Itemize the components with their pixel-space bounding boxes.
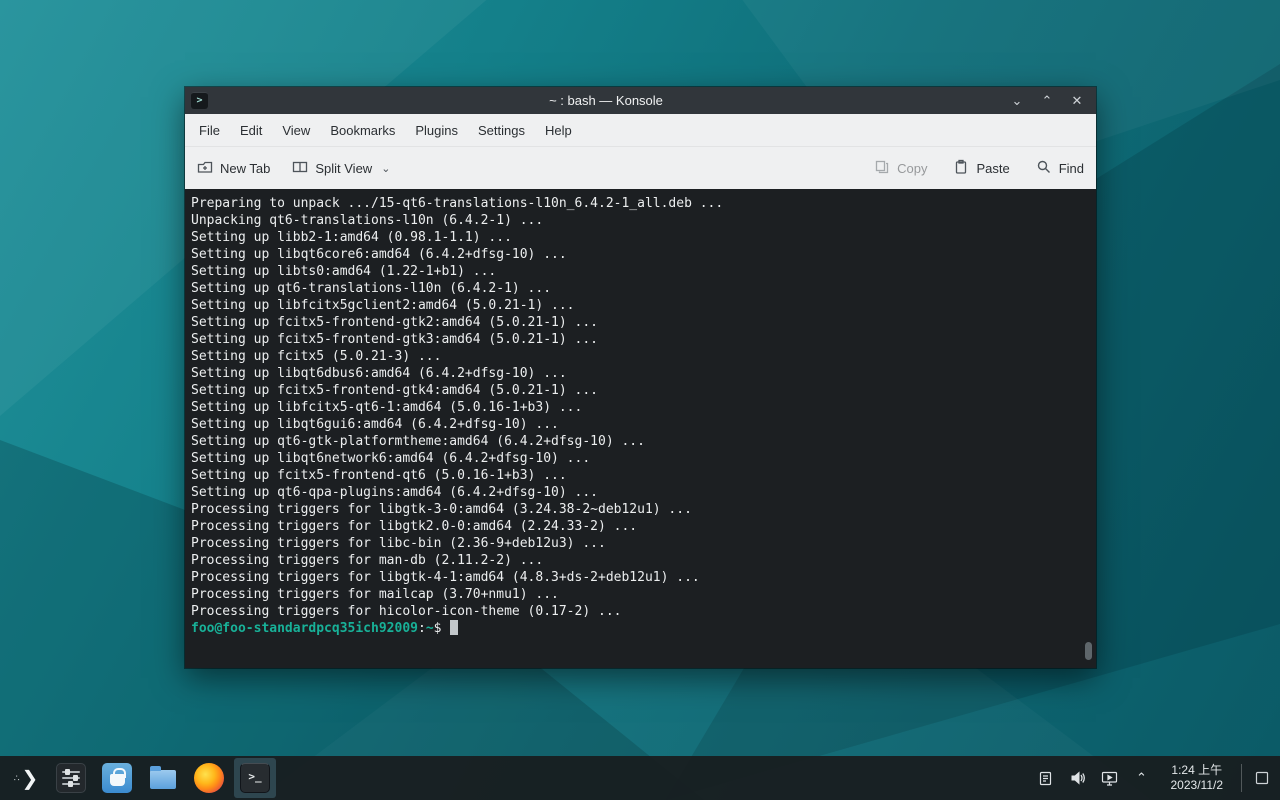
clock-time: 1:24 上午 — [1171, 763, 1224, 778]
terminal-line: Setting up libqt6gui6:amd64 (6.4.2+dfsg-… — [191, 416, 1090, 433]
discover-icon — [102, 763, 132, 793]
paste-label: Paste — [976, 161, 1009, 176]
prompt-path: ~ — [426, 621, 434, 636]
terminal-line: Processing triggers for hicolor-icon-the… — [191, 603, 1090, 620]
menu-item[interactable]: Edit — [230, 114, 272, 147]
menu-item[interactable]: Help — [535, 114, 582, 147]
menu-item[interactable]: Bookmarks — [320, 114, 405, 147]
terminal-line: Unpacking qt6-translations-l10n (6.4.2-1… — [191, 212, 1090, 229]
terminal-line: Setting up libfcitx5gclient2:amd64 (5.0.… — [191, 297, 1090, 314]
terminal-line: Setting up fcitx5 (5.0.21-3) ... — [191, 348, 1090, 365]
copy-label: Copy — [897, 161, 927, 176]
window-title: ~ : bash — Konsole — [208, 93, 1004, 108]
prompt-symbol: $ — [434, 621, 450, 636]
tray-expand-icon[interactable]: ⌃ — [1131, 767, 1153, 789]
terminal-view[interactable]: Preparing to unpack .../15-qt6-translati… — [185, 189, 1096, 668]
taskbar-item-settings[interactable] — [50, 758, 92, 798]
terminal-line: Setting up qt6-translations-l10n (6.4.2-… — [191, 280, 1090, 297]
terminal-line: Setting up libqt6dbus6:amd64 (6.4.2+dfsg… — [191, 365, 1090, 382]
konsole-app-icon: > — [191, 92, 208, 109]
system-tray: ⌃ 1:24 上午 2023/11/2 — [1035, 758, 1279, 798]
shell-prompt: foo@foo-standardpcq35ich92009:~$ — [191, 620, 1090, 637]
terminal-line: Setting up libts0:amd64 (1.22-1+b1) ... — [191, 263, 1090, 280]
terminal-line: Setting up fcitx5-frontend-gtk2:amd64 (5… — [191, 314, 1090, 331]
search-icon — [1036, 159, 1052, 178]
terminal-line: Setting up fcitx5-frontend-qt6 (5.0.16-1… — [191, 467, 1090, 484]
app-launcher-icon: ❯ — [21, 766, 36, 791]
find-button[interactable]: Find — [1036, 159, 1084, 178]
show-desktop-icon — [1254, 770, 1270, 786]
menu-item[interactable]: View — [272, 114, 320, 147]
toolbar: New Tab Split View ⌄ Copy — [185, 147, 1096, 189]
terminal-line: Setting up libfcitx5-qt6-1:amd64 (5.0.16… — [191, 399, 1090, 416]
app-launcher-button[interactable]: ∴ ❯ — [4, 758, 46, 798]
launcher-dots-icon: ∴ — [14, 773, 20, 784]
taskbar-item-file-manager[interactable] — [142, 758, 184, 798]
maximize-button[interactable]: ⌃ — [1034, 91, 1060, 111]
terminal-line: Setting up libqt6network6:amd64 (6.4.2+d… — [191, 450, 1090, 467]
find-label: Find — [1059, 161, 1084, 176]
split-view-button[interactable]: Split View ⌄ — [292, 159, 390, 178]
terminal-scrollbar[interactable] — [1085, 642, 1092, 660]
split-view-label: Split View — [315, 161, 372, 176]
menu-item[interactable]: Plugins — [405, 114, 468, 147]
display-icon[interactable] — [1099, 767, 1121, 789]
new-tab-icon — [197, 159, 213, 178]
clock-widget[interactable]: 1:24 上午 2023/11/2 — [1163, 763, 1232, 793]
terminal-line: Processing triggers for libgtk-4-1:amd64… — [191, 569, 1090, 586]
prompt-separator: : — [418, 621, 426, 636]
menubar: FileEditViewBookmarksPluginsSettingsHelp — [185, 114, 1096, 147]
clock-date: 2023/11/2 — [1171, 778, 1224, 793]
terminal-output: Preparing to unpack .../15-qt6-translati… — [191, 195, 1090, 620]
titlebar[interactable]: > ~ : bash — Konsole ⌄ ⌃ ✕ — [185, 87, 1096, 114]
taskbar-item-firefox[interactable] — [188, 758, 230, 798]
firefox-icon — [194, 763, 224, 793]
menu-item[interactable]: File — [189, 114, 230, 147]
konsole-icon: >_ — [240, 763, 270, 793]
terminal-line: Processing triggers for libc-bin (2.36-9… — [191, 535, 1090, 552]
terminal-line: Setting up qt6-qpa-plugins:amd64 (6.4.2+… — [191, 484, 1090, 501]
new-tab-button[interactable]: New Tab — [197, 159, 270, 178]
sliders-icon — [56, 763, 86, 793]
konsole-window: > ~ : bash — Konsole ⌄ ⌃ ✕ FileEditViewB… — [185, 87, 1096, 668]
split-view-icon — [292, 159, 308, 178]
panel-separator — [1241, 764, 1242, 792]
paste-icon — [953, 159, 969, 178]
terminal-line: Processing triggers for libgtk-3-0:amd64… — [191, 501, 1090, 518]
terminal-line: Setting up libb2-1:amd64 (0.98.1-1.1) ..… — [191, 229, 1090, 246]
terminal-line: Setting up qt6-gtk-platformtheme:amd64 (… — [191, 433, 1090, 450]
notifications-icon[interactable] — [1035, 767, 1057, 789]
show-desktop-button[interactable] — [1252, 758, 1272, 798]
close-button[interactable]: ✕ — [1064, 91, 1090, 111]
terminal-line: Preparing to unpack .../15-qt6-translati… — [191, 195, 1090, 212]
copy-button[interactable]: Copy — [874, 159, 927, 178]
terminal-line: Setting up libqt6core6:amd64 (6.4.2+dfsg… — [191, 246, 1090, 263]
terminal-line: Setting up fcitx5-frontend-gtk3:amd64 (5… — [191, 331, 1090, 348]
chevron-down-icon: ⌄ — [381, 162, 390, 175]
taskbar-item-konsole-active[interactable]: >_ — [234, 758, 276, 798]
copy-icon — [874, 159, 890, 178]
volume-icon[interactable] — [1067, 767, 1089, 789]
taskbar-panel: ∴ ❯ >_ — [0, 756, 1280, 800]
terminal-line: Processing triggers for libgtk2.0-0:amd6… — [191, 518, 1090, 535]
text-cursor — [450, 620, 458, 635]
minimize-button[interactable]: ⌄ — [1004, 91, 1030, 111]
taskbar-item-discover[interactable] — [96, 758, 138, 798]
paste-button[interactable]: Paste — [953, 159, 1009, 178]
menu-item[interactable]: Settings — [468, 114, 535, 147]
terminal-line: Setting up fcitx5-frontend-gtk4:amd64 (5… — [191, 382, 1090, 399]
terminal-line: Processing triggers for man-db (2.11.2-2… — [191, 552, 1090, 569]
new-tab-label: New Tab — [220, 161, 270, 176]
terminal-line: Processing triggers for mailcap (3.70+nm… — [191, 586, 1090, 603]
prompt-user-host: foo@foo-standardpcq35ich92009 — [191, 621, 418, 636]
folder-icon — [148, 763, 178, 793]
